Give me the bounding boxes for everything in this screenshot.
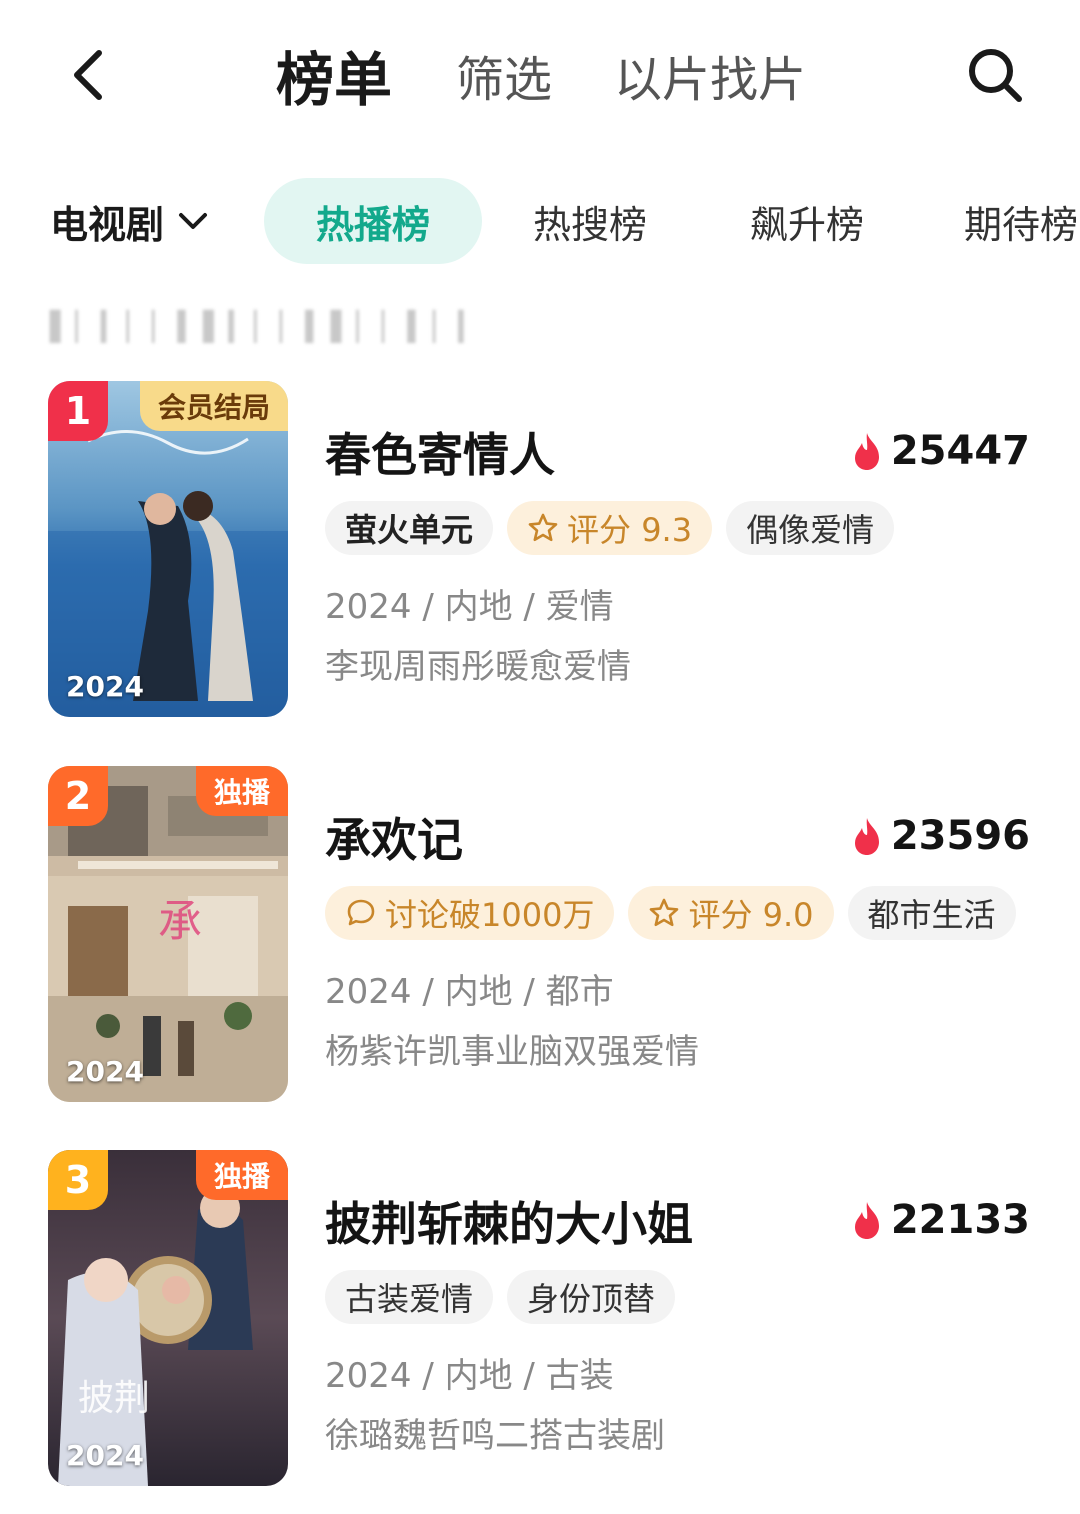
tag-label: 评分 9.3 (567, 511, 693, 549)
show-description: 徐璐魏哲鸣二搭古装剧 (325, 1416, 665, 1456)
search-button[interactable] (960, 40, 1030, 110)
tag-list: 萤火单元 评分 9.3 偶像爱情 (325, 501, 895, 555)
show-title[interactable]: 披荆斩棘的大小姐 (325, 1188, 693, 1251)
chevron-left-icon (74, 50, 102, 100)
show-title[interactable]: 春色寄情人 (325, 419, 555, 482)
show-description: 杨紫许凯事业脑双强爱情 (325, 1032, 699, 1072)
show-meta: 2024 / 内地 / 古装 (325, 1356, 614, 1396)
list-item[interactable]: 披荆 3 独播 2024 披荆斩棘的大小姐 22133 古装爱情 身份顶替 20… (0, 1150, 1080, 1490)
tag-label: 讨论破1000万 (385, 896, 595, 934)
member-finale-badge: 会员结局 (139, 381, 288, 431)
poster-image[interactable]: 1 会员结局 2024 (48, 381, 288, 717)
category-row: 电视剧 热播榜 热搜榜 飙升榜 期待榜 (0, 178, 1080, 264)
tag[interactable]: 身份顶替 (507, 1270, 676, 1324)
show-title[interactable]: 承欢记 (325, 804, 463, 867)
tag-label: 偶像爱情 (746, 511, 875, 549)
tab-filter[interactable]: 筛选 (456, 40, 552, 110)
show-meta: 2024 / 内地 / 都市 (325, 972, 614, 1012)
tag[interactable]: 偶像爱情 (726, 501, 895, 555)
ranking-note-blurred: ▌▏▎▏▏▍▌▎▏▏▍▌▏▏▍▏▎ (50, 310, 485, 343)
tag[interactable]: 萤火单元 (325, 501, 494, 555)
poster-year: 2024 (66, 1055, 144, 1088)
show-description: 李现周雨彤暖愈爱情 (325, 647, 631, 687)
heat-value: 25447 (890, 428, 1030, 474)
chevron-down-icon (179, 213, 208, 229)
rating-tag[interactable]: 评分 9.0 (628, 886, 834, 940)
poster-year: 2024 (66, 670, 144, 703)
tab-anticipated[interactable]: 期待榜 (944, 178, 1080, 264)
rank-badge: 3 (48, 1150, 108, 1210)
comment-icon (347, 899, 375, 926)
rating-tag[interactable]: 评分 9.3 (507, 501, 713, 555)
poster-image[interactable]: 承 2 独播 2024 (48, 766, 288, 1102)
svg-text:披荆: 披荆 (78, 1378, 150, 1419)
flame-icon (854, 1202, 879, 1239)
exclusive-badge: 独播 (195, 1150, 288, 1200)
tab-similar-search[interactable]: 以片找片 (614, 40, 806, 110)
list-item[interactable]: 承 2 独播 2024 承欢记 23596 讨论破1000万 评分 9.0 都市… (0, 766, 1080, 1106)
flame-icon (854, 818, 879, 855)
star-icon (528, 513, 558, 542)
flame-icon (854, 433, 879, 470)
discussion-tag[interactable]: 讨论破1000万 (325, 886, 615, 940)
svg-text:承: 承 (158, 896, 202, 947)
tag-label: 评分 9.0 (688, 896, 814, 934)
rank-badge: 2 (48, 766, 108, 826)
top-bar: 榜单 筛选 以片找片 (0, 0, 1080, 150)
tag-label: 古装爱情 (345, 1280, 474, 1318)
tag-list: 古装爱情 身份顶替 (325, 1270, 676, 1324)
tag-label: 都市生活 (867, 896, 996, 934)
list-item[interactable]: 1 会员结局 2024 春色寄情人 25447 萤火单元 评分 9.3 偶像爱情… (0, 381, 1080, 721)
search-icon (969, 49, 1022, 102)
back-button[interactable] (52, 40, 122, 110)
tag-label: 身份顶替 (527, 1280, 656, 1318)
heat-value: 23596 (890, 813, 1030, 859)
category-dropdown[interactable]: 电视剧 (50, 178, 208, 264)
tag[interactable]: 都市生活 (847, 886, 1016, 940)
tab-hot-play[interactable]: 热播榜 (264, 178, 482, 264)
tag-label: 萤火单元 (345, 511, 474, 549)
heat-score: 23596 (851, 810, 1030, 862)
show-meta: 2024 / 内地 / 爱情 (325, 587, 614, 627)
tag[interactable]: 古装爱情 (325, 1270, 494, 1324)
heat-value: 22133 (890, 1197, 1030, 1243)
heat-score: 25447 (851, 425, 1030, 477)
tab-rising[interactable]: 飙升榜 (727, 178, 887, 264)
heat-score: 22133 (851, 1194, 1030, 1246)
category-selected-label: 电视剧 (50, 202, 165, 247)
tab-ranking[interactable]: 榜单 (276, 40, 392, 114)
poster-image[interactable]: 披荆 3 独播 2024 (48, 1150, 288, 1486)
tab-hot-search[interactable]: 热搜榜 (510, 178, 670, 264)
rank-badge: 1 (48, 381, 108, 441)
star-icon (650, 898, 679, 927)
exclusive-badge: 独播 (195, 766, 288, 816)
tag-list: 讨论破1000万 评分 9.0 都市生活 (325, 886, 1016, 940)
poster-year: 2024 (66, 1439, 144, 1472)
